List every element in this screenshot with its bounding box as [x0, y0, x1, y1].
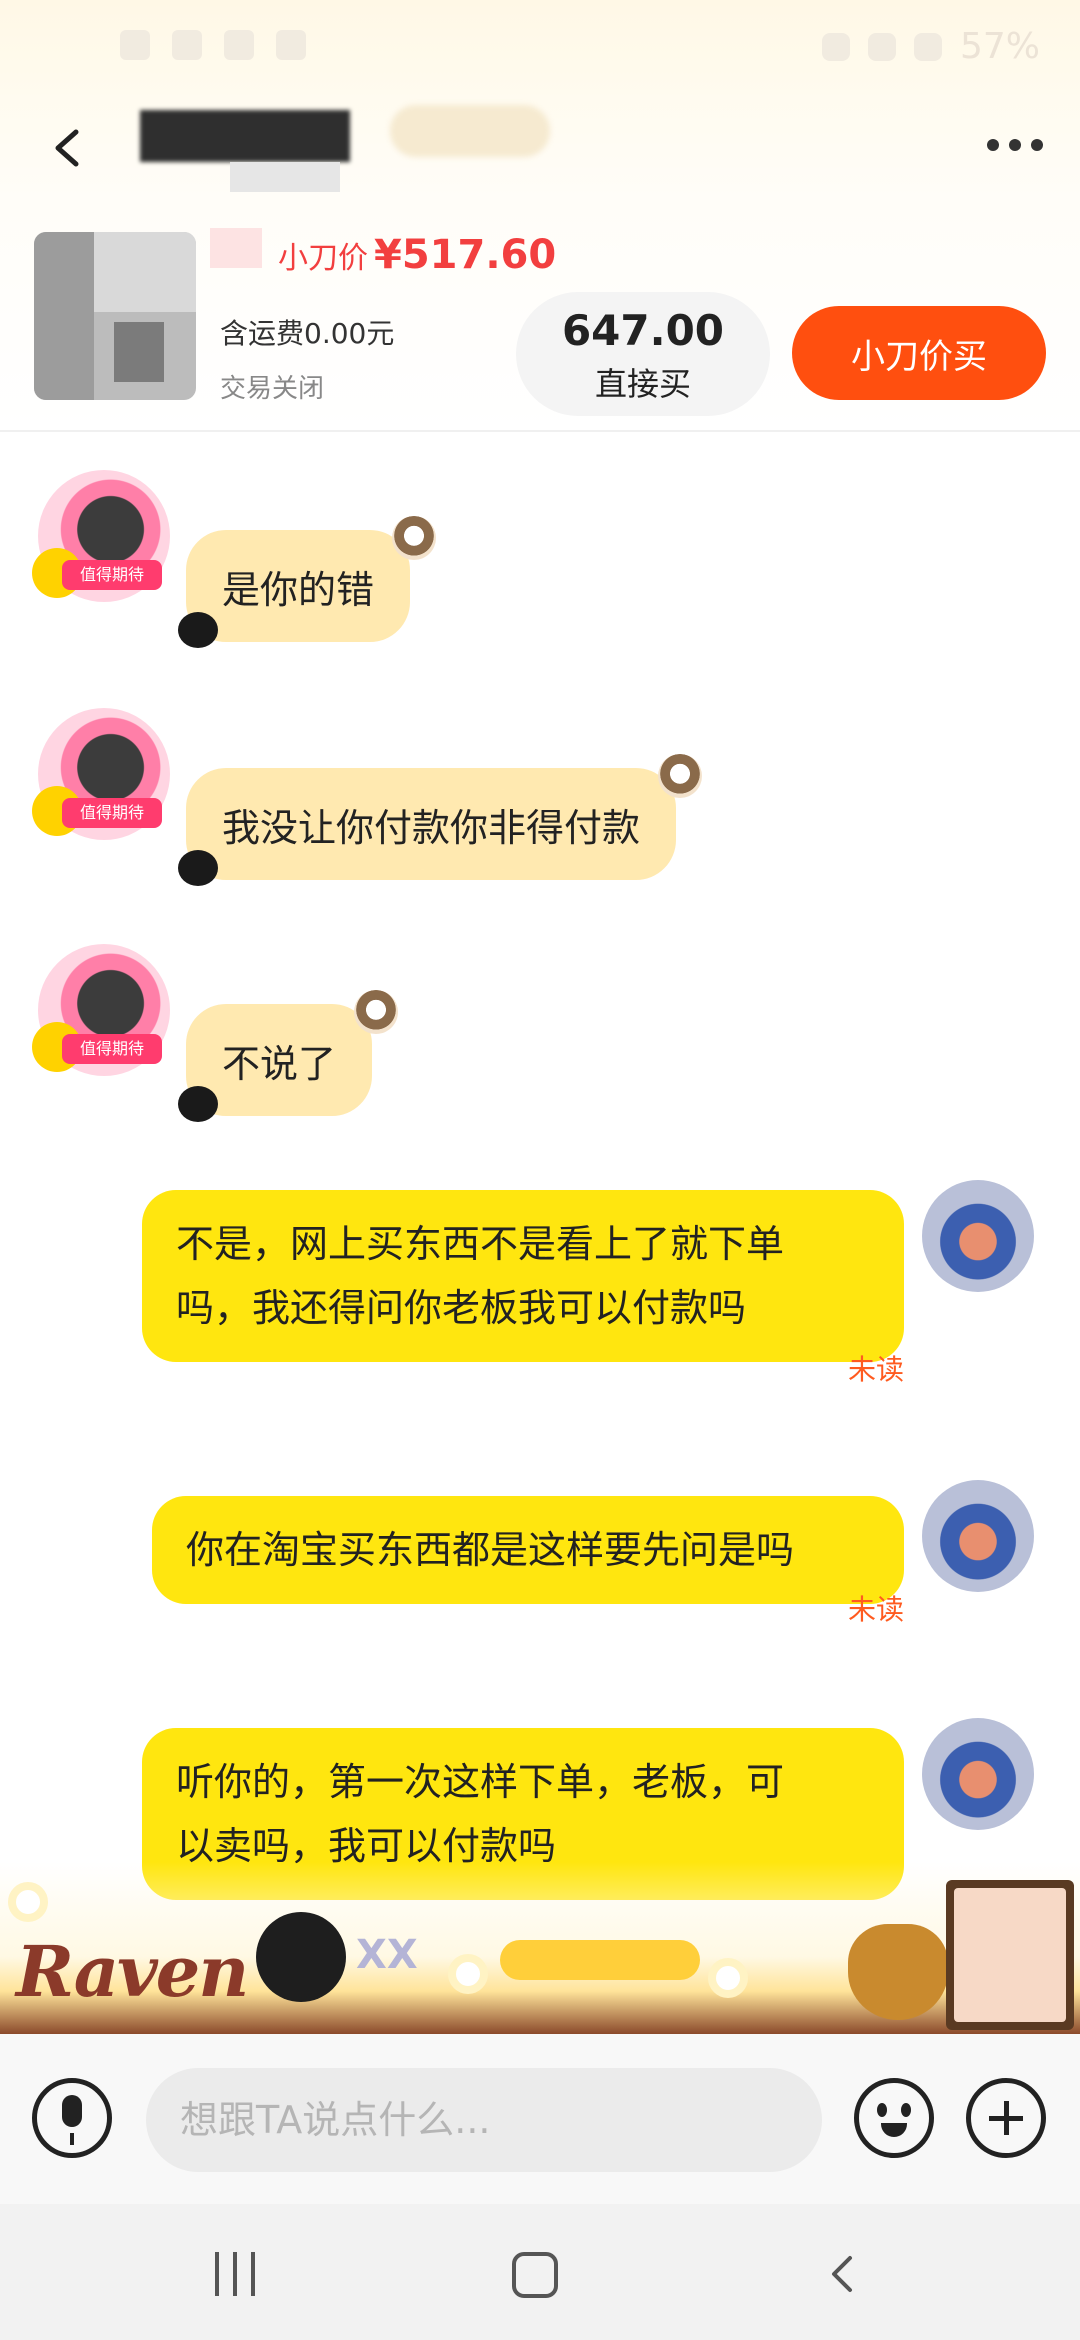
flower-icon — [8, 1882, 48, 1922]
dog-icon — [848, 1924, 948, 2020]
seller-avatar[interactable]: 值得期待 — [32, 708, 170, 840]
message-text: 我没让你付款你非得付款 — [222, 805, 641, 850]
bargain-price: 小刀价 ¥517.60 — [210, 228, 556, 278]
redacted-text — [210, 228, 262, 268]
product-image[interactable] — [34, 232, 196, 400]
user-avatar[interactable] — [922, 1480, 1034, 1592]
more-options-button[interactable] — [980, 130, 1050, 160]
emoji-button[interactable] — [854, 2078, 934, 2158]
home-button[interactable] — [512, 2252, 558, 2298]
buy-direct-button[interactable]: 647.00 直接买 — [516, 292, 770, 416]
notification-icon — [172, 30, 202, 60]
avatar-badge: 值得期待 — [62, 560, 162, 590]
notification-icon — [120, 30, 150, 60]
message-row: 值得期待 我没让你付款你非得付款 — [0, 708, 1080, 886]
message-text: 是你的错 — [222, 567, 375, 612]
price-value: ¥517.60 — [374, 232, 557, 278]
message-row: 值得期待 是你的错 — [0, 470, 1080, 648]
message-text-line: 听你的，第一次这样下单，老板，可 — [176, 1760, 785, 1804]
sticker-icon — [392, 516, 437, 560]
flower-icon — [448, 1954, 488, 1994]
ribbon-decoration — [500, 1940, 700, 1980]
seller-avatar[interactable]: 值得期待 — [32, 944, 170, 1076]
user-avatar[interactable] — [922, 1718, 1034, 1830]
message-text-line: 不是，网上买东西不是看上了就下单 — [176, 1222, 785, 1266]
shipping-fee: 含运费0.00元 — [220, 317, 395, 350]
banner-name: Raven — [16, 1930, 249, 2013]
cat-icon — [256, 1912, 346, 2002]
direct-price: 647.00 — [561, 306, 725, 355]
message-text: 不说了 — [222, 1041, 337, 1086]
cat-icon — [178, 612, 218, 648]
message-row: 值得期待 不说了 — [0, 944, 1080, 1122]
chat-messages: 值得期待 是你的错 值得期待 我没让你付款你非得付款 值得期待 不说了 不是，网… — [0, 432, 1080, 2032]
message-bubble[interactable]: 不是，网上买东西不是看上了就下单 吗，我还得问你老板我可以付款吗 — [142, 1190, 904, 1362]
more-actions-button[interactable] — [966, 2078, 1046, 2158]
price-label: 小刀价 — [278, 241, 368, 276]
status-bar: 57% — [0, 0, 1080, 100]
read-status: 未读 — [847, 1353, 904, 1386]
chat-header — [0, 90, 1080, 200]
back-button[interactable] — [40, 118, 100, 178]
message-bubble[interactable]: 不说了 — [178, 990, 399, 1122]
chevron-left-icon — [55, 129, 79, 167]
cat-icon — [178, 1086, 218, 1122]
message-bubble[interactable]: 你在淘宝买东西都是这样要先问是吗 — [152, 1496, 904, 1604]
message-row: 你在淘宝买东西都是这样要先问是吗 未读 — [0, 1480, 1080, 1630]
recents-button[interactable] — [210, 2252, 260, 2296]
trade-status: 交易关闭 — [220, 374, 325, 404]
system-navigation-bar — [0, 2204, 1080, 2340]
system-status: 57% — [821, 26, 1040, 67]
voice-input-button[interactable] — [32, 2078, 112, 2158]
sticker-icon — [354, 990, 399, 1034]
message-input-bar — [0, 2034, 1080, 2204]
alarm-icon — [821, 32, 850, 61]
battery-level: 57% — [959, 26, 1040, 67]
signal-icon — [913, 32, 942, 61]
read-status: 未读 — [847, 1593, 904, 1626]
cat-icon — [178, 850, 218, 886]
banner-xx: XX — [356, 1932, 418, 1978]
avatar-badge: 值得期待 — [62, 798, 162, 828]
portrait-frame — [946, 1880, 1074, 2030]
flower-icon — [708, 1958, 748, 1998]
message-input[interactable] — [146, 2068, 822, 2172]
nav-back-button[interactable] — [824, 2254, 864, 2294]
notification-icon — [276, 30, 306, 60]
message-bubble[interactable]: 是你的错 — [178, 516, 437, 648]
product-card: 小刀价 ¥517.60 含运费0.00元 交易关闭 647.00 直接买 小刀价… — [0, 200, 1080, 432]
back-icon — [832, 2256, 852, 2292]
direct-label: 直接买 — [594, 365, 691, 403]
sticker-icon — [658, 754, 703, 798]
seller-avatar[interactable]: 值得期待 — [32, 470, 170, 602]
more-dots-icon — [987, 139, 999, 151]
wifi-icon — [867, 32, 896, 61]
notification-icon — [224, 30, 254, 60]
decorative-banner: Raven XX — [0, 1862, 1080, 2034]
user-avatar[interactable] — [922, 1180, 1034, 1292]
avatar-badge: 值得期待 — [62, 1034, 162, 1064]
notification-icons — [120, 30, 306, 60]
message-row: 不是，网上买东西不是看上了就下单 吗，我还得问你老板我可以付款吗 未读 — [0, 1180, 1080, 1390]
contact-name-redacted — [140, 100, 560, 192]
message-text: 你在淘宝买东西都是这样要先问是吗 — [186, 1528, 795, 1572]
bargain-buy-button[interactable]: 小刀价买 — [792, 306, 1046, 400]
message-text-line: 吗，我还得问你老板我可以付款吗 — [176, 1286, 747, 1330]
message-bubble[interactable]: 我没让你付款你非得付款 — [178, 754, 703, 886]
